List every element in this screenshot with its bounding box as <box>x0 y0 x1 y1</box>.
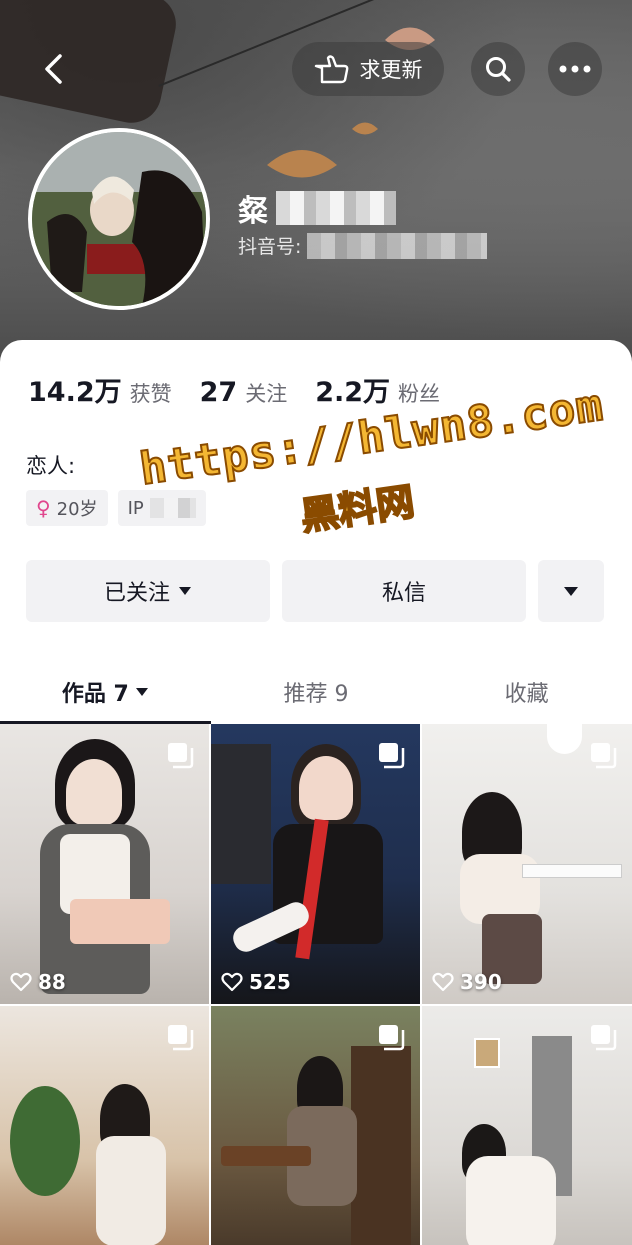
video-thumbnail[interactable] <box>422 1006 632 1245</box>
content-tabs: 作品 7 推荐 9 收藏 <box>0 660 632 724</box>
tab-favorites[interactable]: 收藏 <box>421 660 632 724</box>
like-count: 88 <box>10 970 66 994</box>
stats-row: 14.2万 获赞 27 关注 2.2万 粉丝 <box>28 370 440 409</box>
leaf-decoration <box>352 122 378 135</box>
avatar[interactable] <box>28 128 210 310</box>
followed-button[interactable]: 已关注 <box>26 560 270 622</box>
stat-value: 2.2万 <box>315 377 391 408</box>
douyin-id-mosaic <box>307 232 488 259</box>
stat-followers[interactable]: 2.2万 粉丝 <box>315 370 440 409</box>
tab-recommend[interactable]: 推荐 9 <box>211 660 422 724</box>
message-button[interactable]: 私信 <box>282 560 526 622</box>
multi-image-icon <box>168 743 194 769</box>
ip-location-tag: IP <box>117 490 206 526</box>
video-thumbnail[interactable]: 390 <box>422 724 632 1004</box>
recommend-dropdown-button[interactable] <box>538 560 604 622</box>
video-thumbnail[interactable] <box>0 1006 209 1245</box>
tab-label: 作品 7 <box>61 682 129 707</box>
tab-label: 收藏 <box>504 682 549 707</box>
ip-text: IP <box>127 497 144 519</box>
search-button[interactable] <box>471 42 525 96</box>
pointing-hand-icon <box>314 55 348 84</box>
followed-label: 已关注 <box>103 581 170 606</box>
multi-image-icon <box>168 1025 194 1051</box>
stat-likes[interactable]: 14.2万 获赞 <box>28 370 172 409</box>
more-button[interactable] <box>548 42 602 96</box>
stat-value: 14.2万 <box>28 377 122 408</box>
heart-icon <box>221 972 243 992</box>
stat-label: 关注 <box>245 382 288 406</box>
multi-image-icon <box>379 1025 405 1051</box>
urge-update-button[interactable]: 求更新 <box>292 42 444 96</box>
video-grid: 88 525 390 <box>0 724 632 1245</box>
message-label: 私信 <box>381 581 426 606</box>
nickname: 粲 <box>238 186 396 230</box>
douyin-id[interactable]: 抖音号: <box>238 232 488 259</box>
search-icon <box>486 57 511 82</box>
stat-label: 获赞 <box>129 382 172 406</box>
profile-tags: ♀ 20岁 IP <box>26 490 206 526</box>
urge-update-label: 求更新 <box>359 58 423 82</box>
tab-works[interactable]: 作品 7 <box>0 660 211 724</box>
female-icon: ♀ <box>36 496 51 520</box>
like-count: 525 <box>221 970 291 994</box>
caret-down-icon <box>135 688 148 696</box>
stat-following[interactable]: 27 关注 <box>200 377 288 408</box>
caret-down-icon <box>179 587 191 595</box>
like-count-value: 390 <box>460 970 502 994</box>
age-text: 20岁 <box>56 499 98 520</box>
ip-mosaic <box>149 498 196 518</box>
back-button[interactable] <box>26 42 80 96</box>
like-count-value: 88 <box>38 970 66 994</box>
profile-cover: 求更新 粲 抖音号: <box>0 0 632 370</box>
stat-value: 27 <box>199 377 238 408</box>
more-dots-icon <box>559 65 591 73</box>
like-count: 390 <box>432 970 502 994</box>
action-buttons: 已关注 私信 <box>26 560 604 624</box>
bio-text: 恋人: <box>26 454 76 478</box>
video-thumbnail[interactable]: 525 <box>211 724 420 1004</box>
age-gender-tag: ♀ 20岁 <box>26 490 108 526</box>
heart-icon <box>432 972 454 992</box>
video-thumbnail[interactable] <box>211 1006 420 1245</box>
multi-image-icon <box>379 743 405 769</box>
tab-label: 推荐 9 <box>283 682 349 707</box>
video-thumbnail[interactable]: 88 <box>0 724 209 1004</box>
leaf-decoration <box>267 150 337 178</box>
nickname-text: 粲 <box>238 194 268 229</box>
caret-down-icon <box>564 586 578 596</box>
like-count-value: 525 <box>249 970 291 994</box>
multi-image-icon <box>591 743 617 769</box>
avatar-image <box>32 132 206 306</box>
chevron-left-icon <box>45 54 62 84</box>
multi-image-icon <box>591 1025 617 1051</box>
heart-icon <box>10 972 32 992</box>
nickname-mosaic <box>276 191 396 225</box>
douyin-id-label: 抖音号: <box>238 236 302 258</box>
